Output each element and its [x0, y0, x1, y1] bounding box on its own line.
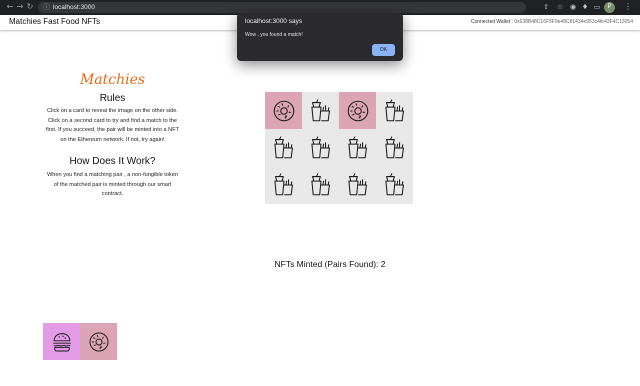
back-icon[interactable]: ← — [5, 2, 15, 12]
address-bar[interactable]: ⓘ localhost:3000 — [38, 2, 526, 13]
alert-title: localhost:3000 says — [245, 18, 303, 25]
share-icon[interactable]: ⇧ — [541, 2, 551, 12]
card[interactable] — [376, 167, 413, 204]
fries-icon — [271, 135, 297, 161]
card[interactable] — [302, 167, 339, 204]
fries-icon — [382, 135, 408, 161]
collected-nft — [43, 323, 80, 360]
card[interactable] — [376, 92, 413, 129]
nft-collection — [43, 323, 117, 360]
wallet-label: Connected Wallet : — [470, 19, 515, 25]
brand-title[interactable]: Matchies Fast Food NFTs — [9, 17, 100, 26]
fries-icon — [271, 172, 297, 198]
reload-icon[interactable]: ↻ — [25, 2, 35, 12]
fries-icon — [345, 135, 371, 161]
card[interactable] — [339, 167, 376, 204]
connected-wallet: Connected Wallet : 0x638B48C16F5F9e48C81… — [471, 19, 633, 25]
alert-ok-button[interactable]: OK — [372, 44, 395, 56]
puzzle-icon[interactable]: ♦ — [580, 2, 590, 12]
fries-icon — [308, 135, 334, 161]
collected-nft — [80, 323, 117, 360]
star-icon[interactable]: ☆ — [555, 2, 565, 12]
rules-text: Click on a card to reveal the image on t… — [45, 108, 180, 143]
card[interactable] — [265, 92, 302, 130]
card[interactable] — [376, 129, 413, 166]
nfts-minted-count: NFTs Minted (Pairs Found): 2 — [274, 259, 386, 269]
forward-icon[interactable]: → — [15, 2, 25, 12]
card[interactable] — [302, 92, 339, 129]
address-url: localhost:3000 — [53, 4, 95, 11]
fries-icon — [308, 98, 334, 124]
card-board — [265, 92, 413, 204]
sidebar-icon[interactable]: ▭ — [592, 2, 602, 12]
card[interactable] — [265, 167, 302, 204]
alert-message: Wow , you found a match! — [245, 32, 303, 38]
card[interactable] — [339, 129, 376, 166]
kebab-icon[interactable]: ⋮ — [624, 2, 632, 12]
fries-icon — [382, 172, 408, 198]
how-text: When you find a matching pair , a non-fu… — [47, 172, 178, 197]
fries-icon — [382, 98, 408, 124]
fries-icon — [308, 172, 334, 198]
burger-icon — [50, 330, 74, 354]
card[interactable] — [302, 129, 339, 166]
alert-dialog: localhost:3000 says Wow , you found a ma… — [237, 13, 403, 61]
wallet-address: 0x638B48C16F5F9e48C81434e953c4fe43F4C130… — [514, 19, 633, 25]
fries-icon — [345, 172, 371, 198]
profile-avatar[interactable]: P — [604, 2, 615, 13]
donut-icon — [271, 98, 297, 124]
rules-heading: Rules — [99, 93, 126, 104]
how-heading: How Does It Work? — [69, 156, 156, 167]
card[interactable] — [339, 92, 376, 130]
donut-icon — [345, 98, 371, 124]
extension-icon[interactable]: ◉ — [568, 2, 578, 12]
matchies-logo: Matchies — [79, 72, 146, 88]
lock-icon: ⓘ — [43, 3, 50, 11]
donut-icon — [87, 330, 111, 354]
card[interactable] — [265, 129, 302, 166]
